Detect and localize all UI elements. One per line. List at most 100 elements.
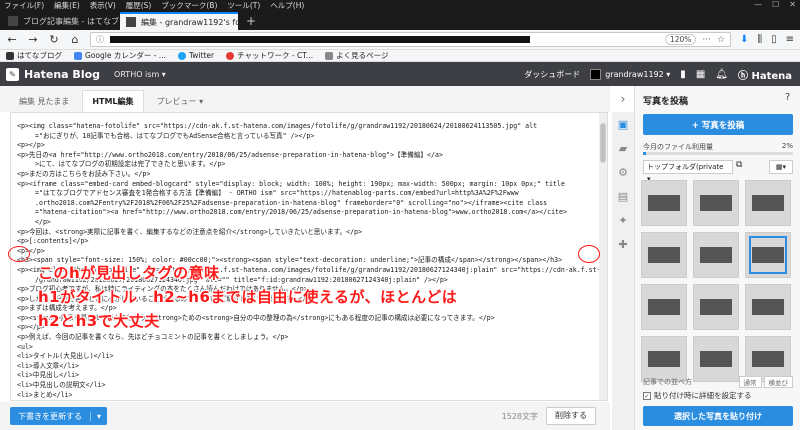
- menu-bookmarks[interactable]: ブックマーク(B): [161, 0, 217, 11]
- browser-tab-active[interactable]: 編集 - grandraw1192's fotolif ✕: [120, 12, 238, 30]
- sort-side-by-side-button[interactable]: 横並び: [763, 376, 793, 388]
- bookmark-item[interactable]: よく見るページ: [325, 50, 388, 61]
- detail-checkbox[interactable]: ✓: [643, 391, 651, 400]
- photo-thumbnail[interactable]: [745, 284, 791, 330]
- close-window-icon[interactable]: ✕: [789, 0, 796, 10]
- save-options-dropdown[interactable]: ▾: [90, 411, 107, 421]
- photo-icon[interactable]: ▣: [618, 118, 628, 131]
- navigation-bar: ← → ↻ ⌂ ⓘ 120% ··· ☆ ⬇ ⫼ ▯ ≡: [0, 30, 800, 50]
- scrollbar-thumb[interactable]: [600, 123, 606, 163]
- zoom-level[interactable]: 120%: [664, 34, 697, 45]
- gear-icon[interactable]: ⚙: [618, 166, 628, 179]
- usage-progress-fill: [643, 152, 646, 155]
- sort-row: 記事での並べ方 通常 横並び: [643, 376, 793, 388]
- code-line: .ortho2018.com%2Fentry%2F2018%2F06%2F25%…: [35, 198, 548, 207]
- grid-view-toggle-icon[interactable]: ▦▾: [769, 160, 793, 174]
- user-menu[interactable]: grandraw1192 ▾: [590, 68, 670, 80]
- maximize-icon[interactable]: ☐: [772, 0, 779, 10]
- delete-button[interactable]: 削除する: [546, 407, 596, 425]
- hatena-blog-logo[interactable]: ✎ Hatena Blog: [0, 67, 100, 81]
- bookmark-ribbon-icon[interactable]: ▮: [680, 69, 686, 80]
- code-line: ="はてなブログでアドセンス審査を1発合格する方法【準備編】 - ORTHO i…: [35, 189, 519, 198]
- menu-edit[interactable]: 編集(E): [54, 0, 80, 11]
- tab-wysiwyg[interactable]: 編集 見たまま: [10, 90, 78, 112]
- help-icon[interactable]: ?: [785, 92, 790, 103]
- external-link-icon[interactable]: ⧉: [736, 160, 742, 170]
- annotation-circle-h3-open: [8, 246, 30, 262]
- grid-menu-icon[interactable]: ▦: [696, 69, 705, 80]
- forward-arrow-icon[interactable]: →: [27, 33, 39, 46]
- browser-tab[interactable]: ブログ記事編集 - はてなブログ ✕: [2, 12, 120, 30]
- photo-thumbnail[interactable]: [641, 284, 687, 330]
- annotation-text: このhが見出しタグの意味: [38, 264, 220, 282]
- fotolife-favicon-icon: [126, 17, 136, 27]
- hatena-brand[interactable]: ⓗ Hatena: [738, 67, 792, 82]
- save-draft-button[interactable]: 下書きを更新する ▾: [10, 407, 108, 425]
- folder-icon[interactable]: ▰: [619, 142, 627, 155]
- code-line: <li>まとめ文章</li>: [17, 400, 601, 401]
- code-line: <li>中見出しの説明文</li>: [17, 381, 106, 390]
- photo-thumbnail[interactable]: [693, 284, 739, 330]
- editor-scrollbar[interactable]: [599, 113, 607, 400]
- info-icon[interactable]: ⓘ: [96, 34, 104, 45]
- html-code-editor[interactable]: <p><img class="hatena-fotolife" src="htt…: [10, 112, 608, 401]
- photo-thumbnail[interactable]: [693, 180, 739, 226]
- collapse-panel-chevron-icon[interactable]: ›: [612, 86, 634, 112]
- code-line: <p>今回は、<strong>実際に記事を書く、編集するなどの注意点を紹介</s…: [17, 227, 362, 236]
- bookmark-item[interactable]: チャットワーク - CT...: [226, 50, 313, 61]
- blog-selector[interactable]: ORTHO ism ▾: [114, 70, 166, 79]
- tab-preview[interactable]: プレビュー ▾: [148, 90, 213, 112]
- bookmark-item[interactable]: Google カレンダー - ...: [74, 50, 166, 61]
- folder-select[interactable]: トップフォルダ(private ▾: [643, 160, 733, 183]
- usage-label: 今月のファイル利用量: [643, 143, 713, 151]
- photo-thumbnail[interactable]: [693, 232, 739, 278]
- code-line: <li>中見出し</li>: [17, 371, 80, 380]
- tab-html-edit[interactable]: HTML編集: [82, 90, 144, 112]
- dashboard-link[interactable]: ダッシュボード: [524, 69, 580, 80]
- window-controls: — ☐ ✕: [754, 0, 796, 10]
- url-bar[interactable]: ⓘ 120% ··· ☆: [90, 32, 732, 47]
- code-line: <p></p>: [17, 141, 45, 150]
- bookmarks-bar: はてなブログ Google カレンダー - ... Twitter チャットワー…: [0, 50, 800, 62]
- hamburger-menu-icon[interactable]: ≡: [786, 34, 794, 45]
- upload-photo-button[interactable]: + 写真を投稿: [643, 114, 793, 135]
- sort-normal-button[interactable]: 通常: [738, 376, 762, 388]
- bookmark-item[interactable]: はてなブログ: [6, 50, 62, 61]
- notification-bell-icon[interactable]: 🔔︎: [715, 69, 728, 80]
- home-icon[interactable]: ⌂: [69, 33, 81, 46]
- twitter-icon[interactable]: ✦: [618, 214, 627, 227]
- document-icon[interactable]: ▤: [618, 190, 628, 203]
- photo-thumbnail[interactable]: [641, 232, 687, 278]
- page-actions-icon[interactable]: ···: [702, 35, 711, 45]
- bookmark-item[interactable]: Twitter: [177, 51, 214, 60]
- tab-title: 編集 - grandraw1192's fotolif: [141, 17, 238, 27]
- menu-file[interactable]: ファイル(F): [4, 0, 44, 11]
- bookmark-star-icon[interactable]: ☆: [717, 35, 725, 45]
- back-arrow-icon[interactable]: ←: [6, 33, 18, 46]
- menu-help[interactable]: ヘルプ(H): [270, 0, 304, 11]
- reload-icon[interactable]: ↻: [48, 33, 60, 46]
- menu-history[interactable]: 履歴(S): [126, 0, 152, 11]
- hatena-icon: [6, 51, 14, 60]
- twitter-icon: [177, 51, 186, 60]
- minimize-icon[interactable]: —: [754, 0, 762, 10]
- code-line: <li>タイトル(大見出し)</li>: [17, 352, 114, 361]
- code-line: <p>先日の<a href="http://www.ortho2018.com/…: [17, 150, 443, 159]
- photo-thumbnail[interactable]: [641, 180, 687, 226]
- photo-upload-panel: 写真を投稿 ? + 写真を投稿 今月のファイル利用量 2% トップフォルダ(pr…: [634, 86, 800, 430]
- sidebar-icon[interactable]: ▯: [771, 34, 777, 45]
- download-icon[interactable]: ⬇: [740, 34, 748, 45]
- pen-icon: ✎: [6, 67, 19, 81]
- menu-tools[interactable]: ツール(T): [227, 0, 260, 11]
- plus-icon[interactable]: ✚: [618, 238, 627, 251]
- code-line: <p><img class="hatena-fotolife" src="htt…: [17, 122, 538, 130]
- photo-thumbnail[interactable]: [745, 180, 791, 226]
- detail-setting-row[interactable]: ✓ 貼り付け時に詳細を設定する: [643, 390, 752, 401]
- photo-thumbnail[interactable]: [745, 232, 791, 278]
- avatar: [590, 68, 602, 80]
- settings-gear-icon: [325, 51, 334, 60]
- library-icon[interactable]: ⫼: [757, 34, 762, 45]
- menu-view[interactable]: 表示(V): [90, 0, 116, 11]
- new-tab-button[interactable]: +: [238, 12, 264, 30]
- paste-selected-photo-button[interactable]: 選択した写真を貼り付け: [643, 406, 793, 426]
